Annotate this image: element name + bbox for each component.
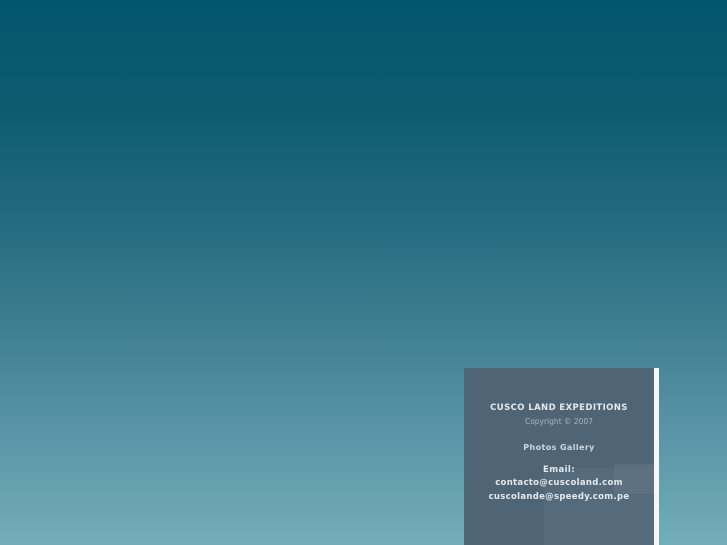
panel-border: [654, 368, 659, 545]
footer-content: CUSCO LAND EXPEDITIONS Copyright © 2007 …: [464, 368, 654, 504]
email-link-speedy[interactable]: cuscolande@speedy.com.pe: [464, 490, 654, 504]
photos-gallery-link[interactable]: Photos Gallery: [464, 442, 654, 453]
company-name: CUSCO LAND EXPEDITIONS: [490, 403, 628, 413]
email-link-contacto[interactable]: contacto@cuscoland.com: [464, 476, 654, 490]
email-label: Email:: [542, 465, 576, 475]
copyright-text: Copyright © 2007: [524, 417, 593, 426]
footer-panel: CUSCO LAND EXPEDITIONS Copyright © 2007 …: [464, 368, 654, 545]
